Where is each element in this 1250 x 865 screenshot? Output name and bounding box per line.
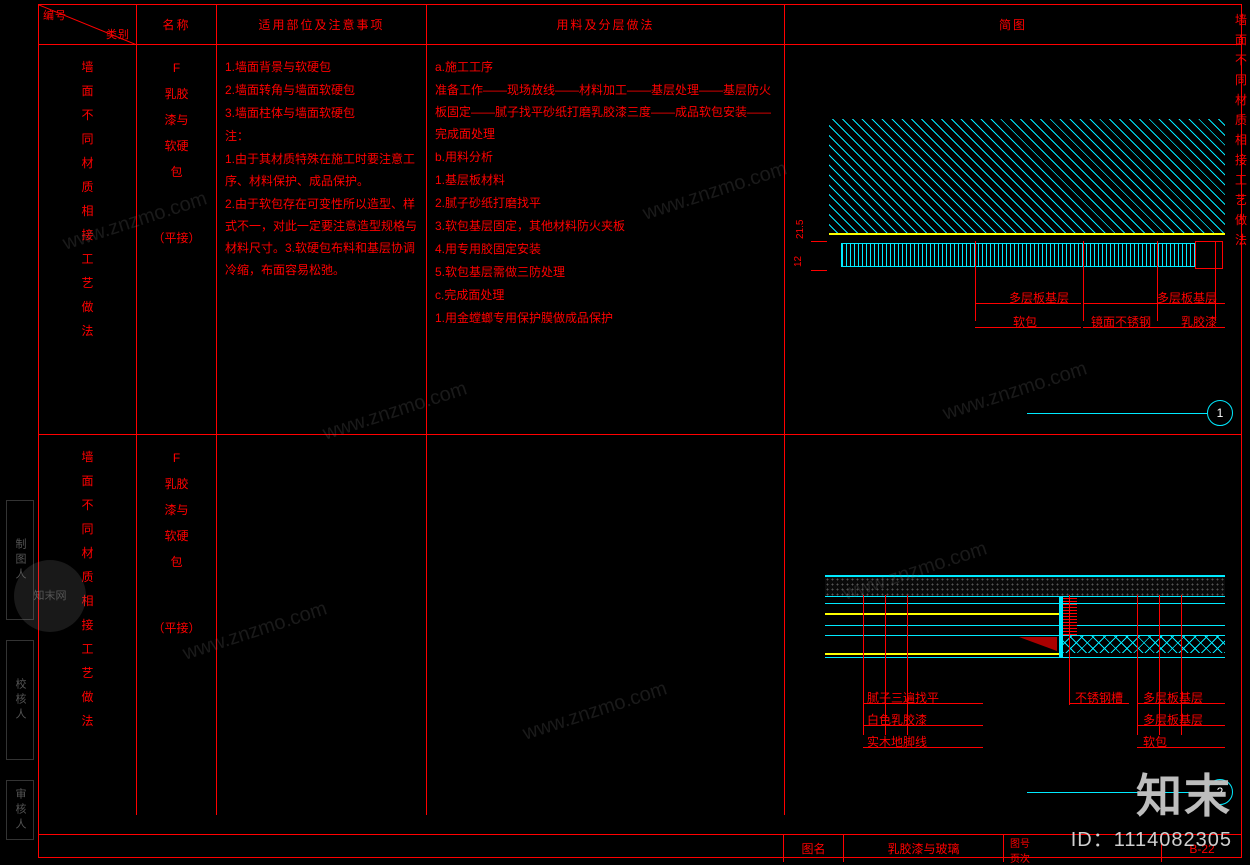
header-diag-bottom: 类别 [106, 26, 130, 42]
cell-name: F乳胶漆与软硬包 （平接） [137, 435, 217, 815]
d1-label-d: 镜面不锈钢 [1091, 313, 1151, 330]
title-block: 图名 乳胶漆与玻璃 图号 页次 B-22 [38, 834, 1242, 862]
table-row: 墙面不同材质相接工艺做法 F乳胶漆与软硬包 （平接） [39, 435, 1241, 815]
d2-left-a: 腻子三遍找平 [867, 689, 939, 706]
d2-right-b: 多层板基层 [1143, 711, 1203, 728]
d2-right-c: 软包 [1143, 733, 1167, 750]
cell-category: 墙面不同材质相接工艺做法 [39, 435, 137, 815]
header-name: 名称 [137, 5, 217, 44]
category-text: 墙面不同材质相接工艺做法 [47, 445, 128, 733]
diagram2-leader [1069, 595, 1070, 705]
header-diagonal: 编号 类别 [39, 5, 137, 44]
footer-tuhao-label: 图号 [1010, 835, 1030, 850]
name-sub: （平接） [145, 225, 208, 251]
left-strip-2: 校核人 [6, 640, 34, 760]
footer-tuhao: 图号 页次 [1004, 835, 1162, 862]
cell-diagram-2: 腻子三遍找平 白色乳胶漆 实木地脚线 不锈钢槽 多层板基层 多层板基层 软包 2 [785, 435, 1241, 815]
drawing-frame: 编号 类别 名称 适用部位及注意事项 用料及分层做法 简图 墙面不同材质相接工艺… [38, 4, 1242, 858]
footer-spacer [38, 835, 784, 862]
notes-text: 1.墙面背景与软硬包2.墙面转角与墙面软硬包3.墙面柱体与墙面软硬包注：1.由于… [225, 56, 418, 281]
diagram1-leader [1083, 241, 1084, 321]
d2-left-c: 实木地脚线 [867, 733, 927, 750]
diagram2-yellow [825, 613, 1059, 615]
header-diag-top: 编号 [43, 7, 67, 23]
cell-methods: a.施工工序准备工作——现场放线——材料加工——基层处理——基层防火板固定——腻… [427, 45, 785, 434]
left-strip-1: 制图人 [6, 500, 34, 620]
name-main: F乳胶漆与软硬包 [145, 445, 208, 575]
diagram1-leader [1215, 241, 1216, 321]
footer-code: B-22 [1162, 835, 1242, 862]
diagram2-yellow [825, 653, 1059, 655]
table-header: 编号 类别 名称 适用部位及注意事项 用料及分层做法 简图 [39, 5, 1241, 45]
diagram1-marker: 1 [1207, 400, 1233, 426]
diagram1-uline [1083, 303, 1157, 304]
right-vertical-title: 墙面不同材质相接工艺做法 [1234, 10, 1248, 250]
diagram2-red-hatch [1063, 597, 1077, 635]
d1-label-b: 多层板基层 [1157, 289, 1217, 306]
diagram2-crosshatch [1063, 635, 1225, 653]
methods-text: a.施工工序准备工作——现场放线——材料加工——基层处理——基层防火板固定——腻… [435, 56, 776, 329]
cell-notes: 1.墙面背景与软硬包2.墙面转角与墙面软硬包3.墙面柱体与墙面软硬包注：1.由于… [217, 45, 427, 434]
footer-tuming-value: 乳胶漆与玻璃 [844, 835, 1004, 862]
diagram2-leader [863, 595, 864, 735]
footer-yeci-label: 页次 [1010, 850, 1030, 865]
header-note: 适用部位及注意事项 [217, 5, 427, 44]
diagram1-marker-line [1027, 413, 1207, 414]
category-text: 墙面不同材质相接工艺做法 [47, 55, 128, 343]
diagram1-hatch [829, 119, 1225, 235]
diagram1-dim1: 21.5 [795, 220, 806, 239]
diagram2-leader [1137, 595, 1138, 735]
left-strip-3: 审核人 [6, 780, 34, 840]
header-method: 用料及分层做法 [427, 5, 785, 44]
diagram2-speckle [825, 575, 1225, 597]
diagram1-dim2: 12 [793, 256, 804, 267]
table-row: 墙面不同材质相接工艺做法 F乳胶漆与软硬包 （平接） 1.墙面背景与软硬包2.墙… [39, 45, 1241, 435]
cell-category: 墙面不同材质相接工艺做法 [39, 45, 137, 434]
footer-tuming-label: 图名 [784, 835, 844, 862]
d2-mid: 不锈钢槽 [1075, 689, 1123, 706]
diagram1-yellow-line [829, 233, 1225, 235]
cell-name: F乳胶漆与软硬包 （平接） [137, 45, 217, 434]
diagram1-band [841, 243, 1195, 267]
d1-label-e: 乳胶漆 [1181, 313, 1217, 330]
cell-methods [427, 435, 785, 815]
cell-notes [217, 435, 427, 815]
name-sub: （平接） [145, 615, 208, 641]
diagram1-dim [811, 241, 827, 271]
diagram1-red-box [1195, 241, 1223, 269]
name-main: F乳胶漆与软硬包 [145, 55, 208, 185]
d1-label-a: 多层板基层 [1009, 289, 1069, 306]
diagram1-leader [975, 241, 976, 321]
diagram2-red-wedge [1019, 637, 1057, 651]
cell-diagram-1: 21.5 12 多层板基层 多层板基层 软包 镜面不锈钢 乳胶漆 1 [785, 45, 1241, 434]
diagram2-marker: 2 [1207, 779, 1233, 805]
header-diagram: 简图 [785, 5, 1241, 44]
d2-right-a: 多层板基层 [1143, 689, 1203, 706]
d2-left-b: 白色乳胶漆 [867, 711, 927, 728]
d1-label-c: 软包 [1013, 313, 1037, 330]
diagram1-leader [1157, 241, 1158, 321]
diagram2-marker-line [1027, 792, 1207, 793]
